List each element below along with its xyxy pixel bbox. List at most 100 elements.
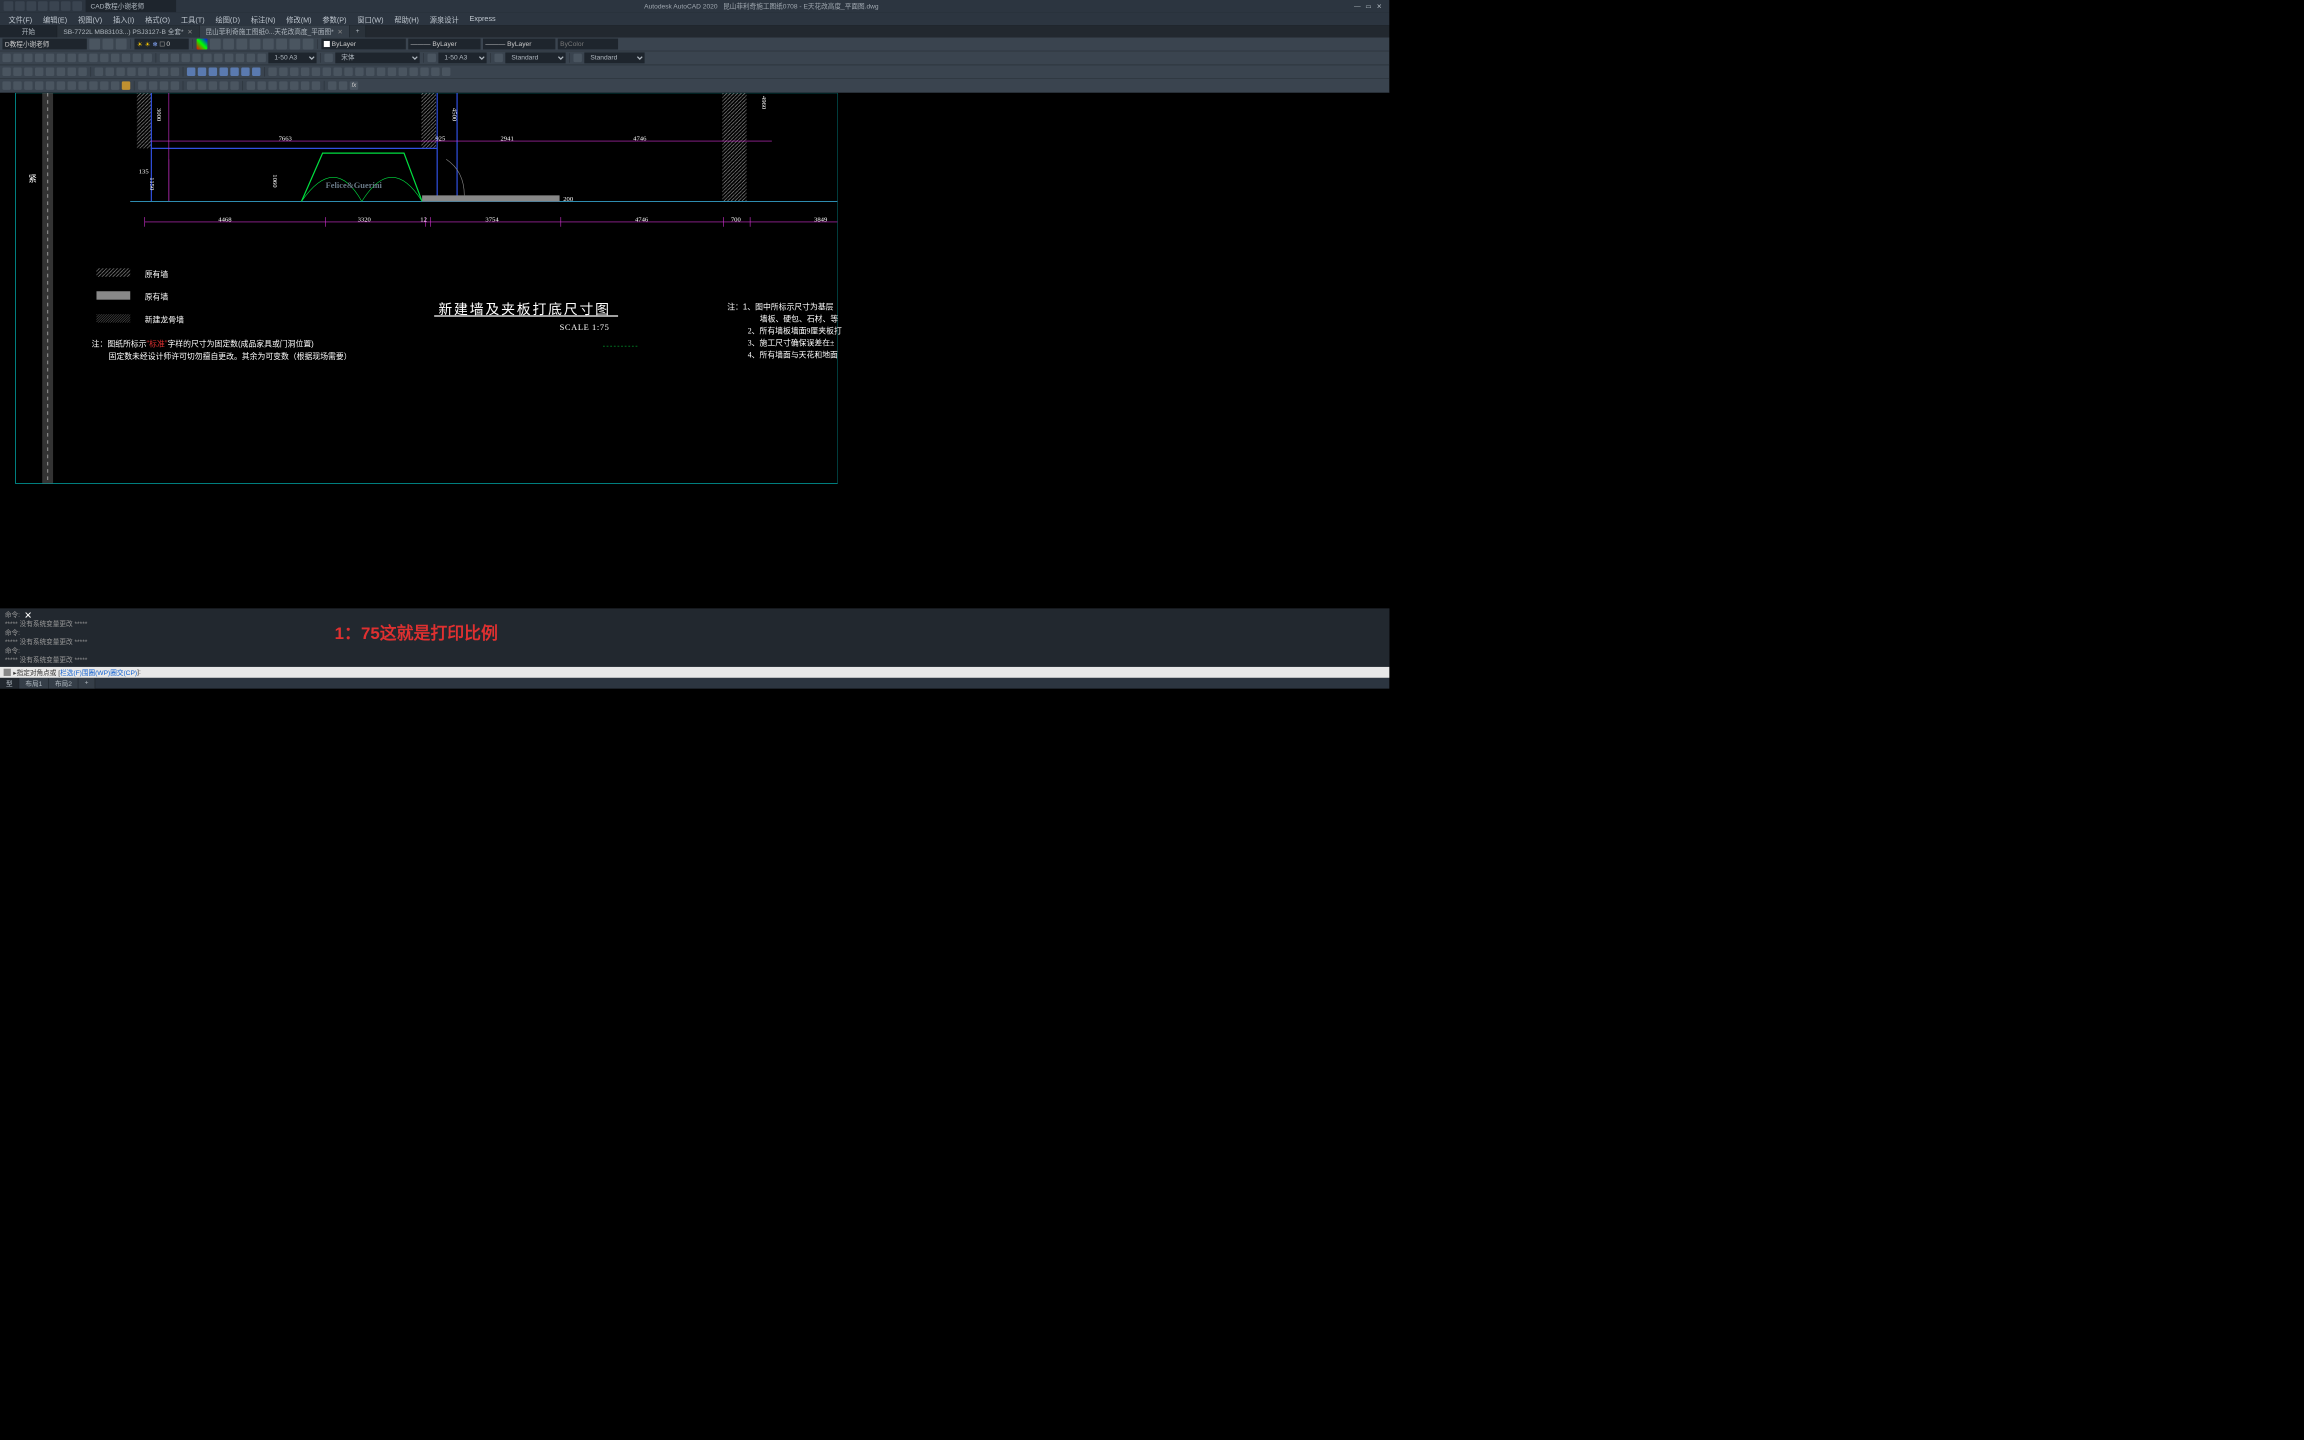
mirror-icon[interactable] bbox=[192, 54, 200, 62]
tool-icon[interactable] bbox=[160, 68, 168, 76]
line-icon[interactable] bbox=[2, 54, 10, 62]
tool-icon[interactable] bbox=[289, 39, 300, 50]
saveas-icon[interactable] bbox=[38, 1, 48, 11]
fillet-icon[interactable] bbox=[247, 54, 255, 62]
tool-icon[interactable] bbox=[127, 68, 135, 76]
tool-icon[interactable] bbox=[236, 39, 247, 50]
tool-icon[interactable] bbox=[2, 68, 10, 76]
tool-icon[interactable] bbox=[247, 81, 255, 89]
scale-icon[interactable] bbox=[203, 54, 211, 62]
tool-icon[interactable] bbox=[377, 68, 385, 76]
pyramid-icon[interactable] bbox=[230, 68, 238, 76]
tab-new[interactable]: + bbox=[350, 25, 367, 37]
tool-icon[interactable] bbox=[198, 81, 206, 89]
tool-icon[interactable] bbox=[312, 81, 320, 89]
menu-dim[interactable]: 标注(N) bbox=[251, 14, 276, 22]
tool-icon[interactable] bbox=[420, 68, 428, 76]
menu-tools[interactable]: 工具(T) bbox=[181, 14, 205, 22]
restore-icon[interactable]: ▭ bbox=[1365, 2, 1371, 10]
tool-icon[interactable] bbox=[230, 81, 238, 89]
tool-icon[interactable] bbox=[2, 81, 10, 89]
font-combo[interactable]: 宋体 bbox=[335, 52, 419, 63]
sphere-icon[interactable] bbox=[219, 68, 227, 76]
rect-icon[interactable] bbox=[46, 54, 54, 62]
textstyle-combo[interactable]: Standard bbox=[505, 52, 565, 63]
menu-edit[interactable]: 编辑(E) bbox=[43, 14, 67, 22]
tool-icon[interactable] bbox=[268, 68, 276, 76]
rotate-icon[interactable] bbox=[182, 54, 190, 62]
tool-icon[interactable] bbox=[303, 39, 314, 50]
tool-icon[interactable] bbox=[442, 68, 450, 76]
tool-icon[interactable] bbox=[279, 81, 287, 89]
layer-current-combo[interactable]: ☀☀❄0 bbox=[134, 39, 188, 50]
array-icon[interactable] bbox=[257, 54, 265, 62]
layer-combo[interactable]: D教程小谢老师 bbox=[2, 39, 86, 50]
extend-icon[interactable] bbox=[225, 54, 233, 62]
tool-icon[interactable] bbox=[276, 39, 287, 50]
tab-file1[interactable]: SB-7722L MB83103...) PSJ3127-B 全套*✕ bbox=[57, 25, 199, 37]
trim-icon[interactable] bbox=[214, 54, 222, 62]
tool-icon[interactable] bbox=[187, 81, 195, 89]
scale2-combo[interactable]: 1-50 A3 bbox=[438, 52, 486, 63]
drawing-canvas[interactable]: 3000 4500 4960 7663 925 2941 4746 135 11… bbox=[0, 93, 1389, 609]
tool-icon[interactable] bbox=[35, 81, 43, 89]
spline-icon[interactable] bbox=[100, 54, 108, 62]
color-combo[interactable]: ByLayer bbox=[321, 39, 405, 50]
copy-icon[interactable] bbox=[171, 54, 179, 62]
menu-file[interactable]: 文件(F) bbox=[8, 14, 32, 22]
tool-icon[interactable] bbox=[95, 68, 103, 76]
save-icon[interactable] bbox=[27, 1, 37, 11]
scale-combo[interactable]: 1-50 A3 bbox=[268, 52, 316, 63]
ellipse-icon[interactable] bbox=[57, 54, 65, 62]
tool-icon[interactable] bbox=[263, 39, 274, 50]
text-icon[interactable] bbox=[78, 54, 86, 62]
tool-icon[interactable] bbox=[257, 81, 265, 89]
close-icon[interactable]: ✕ bbox=[1377, 2, 1383, 10]
hatch-icon[interactable] bbox=[68, 54, 76, 62]
tool-icon[interactable] bbox=[344, 68, 352, 76]
tool-icon[interactable] bbox=[111, 81, 119, 89]
close-icon[interactable]: ✕ bbox=[337, 27, 343, 35]
wedge-icon[interactable] bbox=[241, 68, 249, 76]
tool-icon[interactable] bbox=[100, 81, 108, 89]
plot-icon[interactable] bbox=[49, 1, 59, 11]
tool-icon[interactable] bbox=[78, 68, 86, 76]
tool-icon[interactable] bbox=[428, 54, 436, 62]
plotstyle-combo[interactable]: ByColor bbox=[558, 39, 618, 50]
menu-format[interactable]: 格式(O) bbox=[145, 14, 170, 22]
tool-icon[interactable] bbox=[133, 54, 141, 62]
tool-icon[interactable] bbox=[24, 68, 32, 76]
new-icon[interactable] bbox=[4, 1, 14, 11]
tab-model[interactable]: 型 bbox=[0, 678, 19, 689]
tool-icon[interactable] bbox=[89, 81, 97, 89]
tool-icon[interactable] bbox=[138, 68, 146, 76]
redo-icon[interactable] bbox=[72, 1, 82, 11]
menu-modify[interactable]: 修改(M) bbox=[286, 14, 311, 22]
tool-icon[interactable] bbox=[171, 68, 179, 76]
layer-state-icon[interactable] bbox=[116, 39, 127, 50]
tool-icon[interactable] bbox=[149, 68, 157, 76]
tool-icon[interactable] bbox=[68, 68, 76, 76]
tool-icon[interactable] bbox=[355, 68, 363, 76]
layer-prev-icon[interactable] bbox=[103, 39, 114, 50]
table-icon[interactable] bbox=[494, 54, 502, 62]
menu-yq[interactable]: 源泉设计 bbox=[430, 14, 459, 22]
tool-icon[interactable] bbox=[13, 68, 21, 76]
minimize-icon[interactable]: — bbox=[1354, 2, 1361, 10]
tool-icon[interactable] bbox=[301, 81, 309, 89]
move-icon[interactable] bbox=[160, 54, 168, 62]
menu-window[interactable]: 窗口(W) bbox=[357, 14, 383, 22]
tool-icon[interactable] bbox=[290, 68, 298, 76]
tab-layout-add[interactable]: + bbox=[79, 678, 96, 689]
tool-icon[interactable] bbox=[431, 68, 439, 76]
tab-layout1[interactable]: 布局1 bbox=[19, 678, 49, 689]
box-icon[interactable] bbox=[187, 68, 195, 76]
font-icon[interactable] bbox=[324, 54, 332, 62]
tool-icon[interactable] bbox=[366, 68, 374, 76]
tool-icon[interactable] bbox=[301, 68, 309, 76]
point-icon[interactable] bbox=[89, 54, 97, 62]
cmd-close-icon[interactable]: ✕ bbox=[24, 610, 32, 622]
tool-icon[interactable] bbox=[210, 39, 221, 50]
tool-icon[interactable] bbox=[223, 39, 234, 50]
tool-icon[interactable] bbox=[328, 81, 336, 89]
